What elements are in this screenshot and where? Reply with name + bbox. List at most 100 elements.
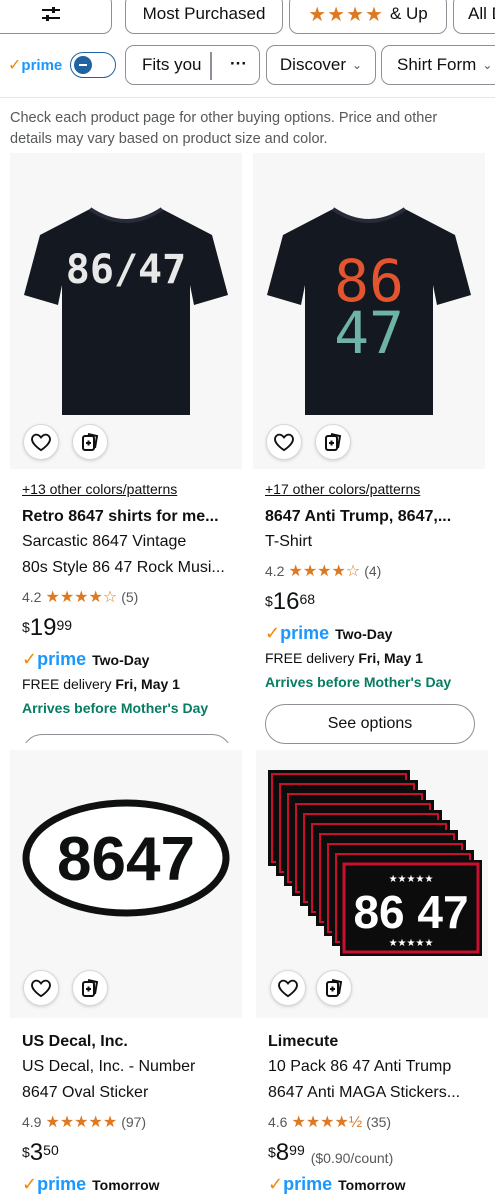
product-title[interactable]: 10 Pack 86 47 Anti Trump 8647 Anti MAGA … xyxy=(268,1054,476,1106)
shirt-form-label: Shirt Form xyxy=(397,55,477,74)
rating-value: 4.2 xyxy=(265,563,285,579)
shipping-speed: Two-Day xyxy=(92,651,150,668)
filters-button[interactable] xyxy=(0,0,112,34)
sliders-icon xyxy=(42,7,60,21)
price-symbol: $ xyxy=(265,593,273,609)
fits-you-filter[interactable]: Fits you ··· xyxy=(125,45,260,85)
see-options-label: See options xyxy=(327,715,413,732)
prime-check-icon: ✓ xyxy=(22,1174,38,1194)
price-symbol: $ xyxy=(22,619,30,635)
toggle-knob xyxy=(74,56,93,74)
rating-value: 4.2 xyxy=(22,589,42,605)
compare-icon[interactable] xyxy=(72,424,108,460)
product-card[interactable]: ★★★★★ 86 47 ★★★★★ Limecute 10 Pack 86 47… xyxy=(256,750,488,1200)
product-image[interactable]: 86 47 xyxy=(253,153,485,469)
shipping-speed: Two-Day xyxy=(335,625,393,642)
price-fraction: 68 xyxy=(299,591,316,607)
product-title-line: 10 Pack 86 47 Anti Trump xyxy=(268,1058,452,1075)
product-image[interactable]: ★★★★★ 86 47 ★★★★★ xyxy=(256,750,488,1018)
product-title-line: 80s Style 86 47 Rock Musi... xyxy=(22,559,225,576)
compare-icon[interactable] xyxy=(315,424,351,460)
product-card[interactable]: 8647 US Decal, Inc. US Decal, Inc. - Num… xyxy=(10,750,242,1200)
fits-you-label: Fits you xyxy=(142,55,202,74)
product-rating[interactable]: 4.2 ★★★★☆ (5) xyxy=(22,587,230,607)
product-title[interactable]: Sarcastic 8647 Vintage 80s Style 86 47 R… xyxy=(22,529,230,581)
product-price: $ 3 50 xyxy=(22,1140,230,1166)
buying-options-note: Check each product page for other buying… xyxy=(10,110,438,147)
rating-stars-icon: ★★★★★ xyxy=(45,1114,118,1131)
prime-label: prime xyxy=(21,56,63,74)
wishlist-heart-icon[interactable] xyxy=(23,424,59,460)
rating-value: 4.6 xyxy=(268,1114,288,1130)
product-title-line: 8647 Oval Sticker xyxy=(22,1084,149,1101)
discover-label: Discover xyxy=(279,55,347,74)
price-fraction: 99 xyxy=(56,617,73,633)
compare-icon[interactable] xyxy=(72,970,108,1006)
product-rating[interactable]: 4.9 ★★★★★ (97) xyxy=(22,1112,230,1132)
price-fraction: 99 xyxy=(289,1142,305,1158)
tshirt-image: 86 47 xyxy=(267,207,471,415)
product-image[interactable]: 86/47 xyxy=(10,153,242,469)
prime-badge: ✓ prime Tomorrow xyxy=(22,1174,230,1195)
discover-filter[interactable]: Discover ⌄ xyxy=(266,45,376,85)
product-price: $ 8 99 ($0.90/count) xyxy=(268,1139,476,1167)
product-rating[interactable]: 4.2 ★★★★☆ (4) xyxy=(265,561,473,581)
product-card[interactable]: 86/47 +13 other colors/patterns Retro 86… xyxy=(10,153,242,743)
review-count: (97) xyxy=(121,1114,147,1130)
sticker-stars: ★★★★★ xyxy=(389,874,434,885)
chevron-down-icon: ⌄ xyxy=(482,58,493,72)
product-brand[interactable]: Retro 8647 shirts for me... xyxy=(22,505,230,529)
chevron-down-icon: ⌄ xyxy=(352,58,363,72)
wishlist-heart-icon[interactable] xyxy=(270,970,306,1006)
more-options-icon[interactable]: ··· xyxy=(230,54,247,74)
most-purchased-filter[interactable]: Most Purchased xyxy=(125,0,283,34)
see-options-button[interactable] xyxy=(22,734,232,743)
prime-logo: prime xyxy=(283,1174,333,1194)
prime-badge: ✓ prime Two-Day xyxy=(265,623,473,644)
delivery-date: Fri, May 1 xyxy=(358,650,423,666)
tshirt-image: 86/47 xyxy=(24,207,228,415)
all-filter[interactable]: All D xyxy=(453,0,495,34)
review-count: (5) xyxy=(121,589,139,605)
other-colors-link[interactable]: +13 other colors/patterns xyxy=(22,481,230,497)
product-title[interactable]: T-Shirt xyxy=(265,529,473,555)
wishlist-heart-icon[interactable] xyxy=(23,970,59,1006)
delivery-prefix: FREE delivery xyxy=(22,676,116,692)
other-colors-link[interactable]: +17 other colors/patterns xyxy=(265,481,473,497)
product-brand[interactable]: US Decal, Inc. xyxy=(22,1030,230,1054)
product-title[interactable]: US Decal, Inc. - Number 8647 Oval Sticke… xyxy=(22,1054,230,1106)
prime-logo: prime xyxy=(280,623,330,643)
prime-badge: ✓ prime Two-Day xyxy=(22,649,230,670)
prime-logo: prime xyxy=(37,1174,87,1194)
see-options-button[interactable]: See options xyxy=(265,704,475,744)
price-symbol: $ xyxy=(22,1144,30,1160)
product-title-line: US Decal, Inc. - Number xyxy=(22,1058,196,1075)
price-whole: 19 xyxy=(29,614,57,641)
rating-stars-icon: ★★★★½ xyxy=(291,1114,363,1131)
wishlist-heart-icon[interactable] xyxy=(266,424,302,460)
product-brand[interactable]: Limecute xyxy=(268,1030,476,1054)
shipping-speed: Tomorrow xyxy=(338,1176,406,1193)
shipping-speed: Tomorrow xyxy=(92,1176,160,1193)
most-purchased-label: Most Purchased xyxy=(142,4,266,23)
product-rating[interactable]: 4.6 ★★★★½ (35) xyxy=(268,1112,476,1132)
price-whole: 16 xyxy=(272,588,300,615)
compare-icon[interactable] xyxy=(316,970,352,1006)
product-image[interactable]: 8647 xyxy=(10,750,242,1018)
star-rating-icon: ★★★★ xyxy=(308,3,384,26)
product-brand[interactable]: 8647 Anti Trump, 8647,... xyxy=(265,505,473,529)
delivery-info: FREE delivery Fri, May 1 xyxy=(265,650,473,666)
prime-check-icon: ✓ xyxy=(265,623,281,643)
product-card[interactable]: 86 47 +17 other colors/patterns 8647 Ant… xyxy=(253,153,485,747)
prime-toggle[interactable] xyxy=(70,52,117,78)
prime-badge: ✓ prime Tomorrow xyxy=(268,1174,476,1195)
rating-filter[interactable]: ★★★★ & Up xyxy=(289,0,447,34)
all-filter-label: All D xyxy=(468,4,495,23)
arrival-note: Arrives before Mother's Day xyxy=(22,700,209,716)
tshirt-print-bottom: 47 xyxy=(334,299,404,367)
prime-filter[interactable]: ✓ prime xyxy=(8,52,117,78)
delivery-date: Fri, May 1 xyxy=(115,676,180,692)
shirt-form-filter[interactable]: Shirt Form ⌄ xyxy=(381,45,495,85)
unit-price: ($0.90/count) xyxy=(310,1150,394,1166)
price-whole: 8 xyxy=(275,1139,290,1166)
